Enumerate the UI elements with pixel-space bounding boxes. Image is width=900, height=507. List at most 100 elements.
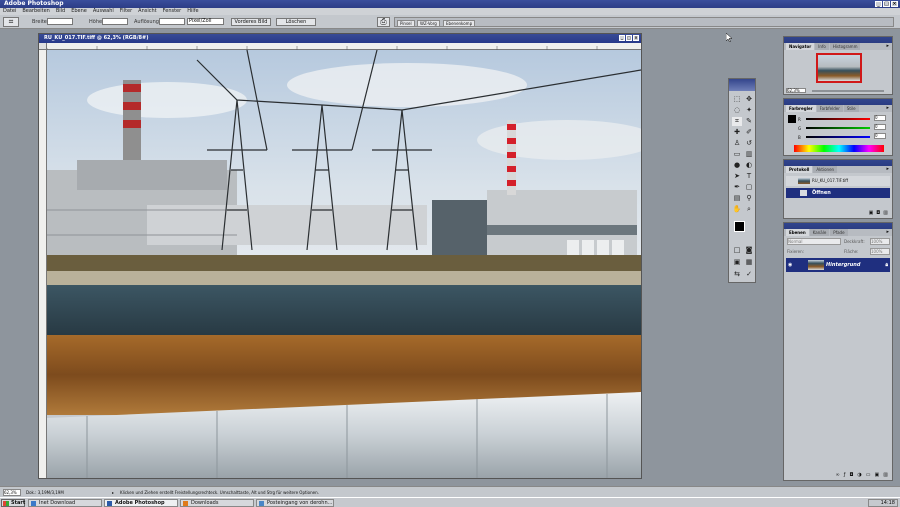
tab-kanaele[interactable]: Kanäle bbox=[809, 229, 830, 236]
standard-mode-icon[interactable]: □ bbox=[732, 246, 742, 255]
adjustment-layer-icon[interactable]: ◑ bbox=[857, 472, 861, 478]
crop-tool-preset-icon[interactable]: ⌗ bbox=[3, 17, 19, 27]
doc-maximize-button[interactable]: □ bbox=[626, 35, 632, 41]
stamp-tool-icon[interactable]: ♙ bbox=[732, 139, 742, 148]
navigator-zoom-slider[interactable] bbox=[812, 90, 884, 92]
resolution-unit-select[interactable]: Pixel/Zoll bbox=[187, 18, 224, 25]
layer-mask-icon[interactable]: ◘ bbox=[849, 472, 853, 478]
slice-tool-icon[interactable]: ✎ bbox=[744, 117, 754, 126]
fill-field[interactable]: 100% bbox=[870, 248, 890, 255]
horizontal-ruler[interactable] bbox=[46, 43, 641, 50]
navigator-thumbnail[interactable] bbox=[816, 53, 862, 83]
image-canvas[interactable] bbox=[47, 50, 641, 478]
pen-tool-icon[interactable]: ✒ bbox=[732, 183, 742, 192]
tab-farbfelder[interactable]: Farbfelder bbox=[816, 105, 843, 112]
palette-well-tab-ebenenkomp[interactable]: Ebenenkomp bbox=[443, 20, 476, 27]
value-b[interactable]: 0 bbox=[874, 133, 886, 139]
move-tool-icon[interactable]: ✥ bbox=[744, 95, 754, 104]
palette-well-tab-wz-vorg[interactable]: WZ-Vorg bbox=[417, 20, 440, 27]
marquee-tool-icon[interactable]: ⬚ bbox=[732, 95, 742, 104]
layer-visibility-eye-icon[interactable]: ◉ bbox=[788, 258, 792, 272]
task-adobe-photoshop[interactable]: Adobe Photoshop bbox=[104, 499, 178, 507]
color-menu-icon[interactable]: ▸ bbox=[886, 105, 889, 112]
slider-r[interactable] bbox=[806, 118, 870, 120]
screen-mode-icon[interactable]: ▣ bbox=[732, 258, 742, 267]
resolution-field[interactable] bbox=[159, 18, 185, 25]
width-field[interactable] bbox=[47, 18, 73, 25]
doc-close-button[interactable]: × bbox=[633, 35, 639, 41]
new-snapshot-icon[interactable]: ◘ bbox=[876, 210, 880, 216]
value-r[interactable]: 0 bbox=[874, 115, 886, 121]
tab-aktionen[interactable]: Aktionen bbox=[813, 166, 838, 173]
new-layer-icon[interactable]: ▣ bbox=[875, 472, 880, 478]
healing-brush-icon[interactable]: ✚ bbox=[732, 128, 742, 137]
magic-wand-icon[interactable]: ✦ bbox=[744, 106, 754, 115]
history-item-selected[interactable]: Öffnen bbox=[786, 188, 890, 198]
shape-tool-icon[interactable]: ▢ bbox=[744, 183, 754, 192]
dodge-tool-icon[interactable]: ◐ bbox=[744, 161, 754, 170]
task-downloads[interactable]: Downloads bbox=[180, 499, 254, 507]
opacity-field[interactable]: 100% bbox=[870, 238, 890, 245]
navigator-menu-icon[interactable]: ▸ bbox=[886, 43, 889, 50]
tab-protokoll[interactable]: Protokoll bbox=[786, 166, 813, 173]
checkmark-icon[interactable]: ✓ bbox=[744, 270, 754, 279]
menu-ansicht[interactable]: Ansicht bbox=[138, 8, 156, 15]
eraser-tool-icon[interactable]: ▭ bbox=[732, 150, 742, 159]
tab-info[interactable]: Info bbox=[815, 43, 829, 50]
history-menu-icon[interactable]: ▸ bbox=[886, 166, 889, 173]
menu-bearbeiten[interactable]: Bearbeiten bbox=[22, 8, 49, 15]
menu-datei[interactable]: Datei bbox=[3, 8, 16, 15]
menu-fenster[interactable]: Fenster bbox=[163, 8, 182, 15]
tab-histogramm[interactable]: Histogramm bbox=[829, 43, 861, 50]
tab-stile[interactable]: Stile bbox=[843, 105, 859, 112]
color-spectrum-bar[interactable] bbox=[794, 145, 884, 152]
status-zoom-field[interactable]: 62,3% bbox=[3, 489, 21, 496]
zoom-tool-icon[interactable]: ⌕ bbox=[744, 205, 754, 214]
quickmask-mode-icon[interactable]: ◙ bbox=[744, 246, 754, 255]
tab-pfade[interactable]: Pfade bbox=[830, 229, 848, 236]
hand-tool-icon[interactable]: ✋ bbox=[732, 205, 742, 214]
layer-row-hintergrund[interactable]: ◉ Hintergrund 🔒︎ bbox=[786, 258, 890, 272]
clear-button[interactable]: Löschen bbox=[276, 18, 316, 26]
front-image-button[interactable]: Vorderes Bild bbox=[231, 18, 271, 26]
toolbox-header[interactable] bbox=[729, 79, 755, 91]
new-document-icon[interactable]: ▣ bbox=[869, 210, 874, 216]
history-brush-icon[interactable]: ↺ bbox=[744, 139, 754, 148]
maximize-button[interactable]: □ bbox=[883, 1, 890, 7]
foreground-color-swatch[interactable] bbox=[734, 221, 745, 232]
menu-bild[interactable]: Bild bbox=[56, 8, 65, 15]
menu-filter[interactable]: Filter bbox=[120, 8, 132, 15]
path-selection-icon[interactable]: ➤ bbox=[732, 172, 742, 181]
value-g[interactable]: 0 bbox=[874, 124, 886, 130]
layers-trash-icon[interactable]: ▥ bbox=[883, 472, 888, 478]
tab-ebenen[interactable]: Ebenen bbox=[786, 229, 809, 236]
task-posteingang[interactable]: Posteingang von derohn... bbox=[256, 499, 334, 507]
file-browser-icon[interactable]: ⎙ bbox=[377, 17, 390, 27]
gradient-tool-icon[interactable]: ▥ bbox=[744, 150, 754, 159]
imageready-icon[interactable]: ⇆ bbox=[732, 270, 742, 279]
notes-tool-icon[interactable]: ▤ bbox=[732, 194, 742, 203]
document-titlebar[interactable]: RU_KU_017.TIF.tiff @ 62,3% (RGB/8#) _ □ … bbox=[39, 34, 641, 43]
layers-menu-icon[interactable]: ▸ bbox=[886, 229, 889, 236]
crop-tool-icon[interactable]: ⌗ bbox=[732, 117, 742, 126]
blur-tool-icon[interactable]: ● bbox=[732, 161, 742, 170]
blend-mode-select[interactable]: Normal bbox=[787, 238, 841, 245]
history-snapshot[interactable]: RU_KU_017.TIF.tiff bbox=[786, 176, 890, 186]
slider-g[interactable] bbox=[806, 127, 870, 129]
task-inet-download[interactable]: Inet Download bbox=[28, 499, 102, 507]
doc-minimize-button[interactable]: _ bbox=[619, 35, 625, 41]
eyedropper-icon[interactable]: ⚲ bbox=[744, 194, 754, 203]
palette-well-tab-pinsel[interactable]: Pinsel bbox=[397, 20, 415, 27]
height-field[interactable] bbox=[102, 18, 128, 25]
menu-auswahl[interactable]: Auswahl bbox=[93, 8, 114, 15]
menu-hilfe[interactable]: Hilfe bbox=[187, 8, 198, 15]
start-button[interactable]: Start bbox=[1, 499, 25, 507]
tab-navigator[interactable]: Navigator bbox=[786, 43, 815, 50]
minimize-button[interactable]: _ bbox=[875, 1, 882, 7]
color-foreground-swatch[interactable] bbox=[788, 115, 796, 123]
close-button[interactable]: × bbox=[891, 1, 898, 7]
lasso-tool-icon[interactable]: ◌ bbox=[732, 106, 742, 115]
brush-tool-icon[interactable]: ✐ bbox=[744, 128, 754, 137]
fullscreen-mode-icon[interactable]: ▦ bbox=[744, 258, 754, 267]
new-group-icon[interactable]: ▭ bbox=[866, 472, 871, 478]
